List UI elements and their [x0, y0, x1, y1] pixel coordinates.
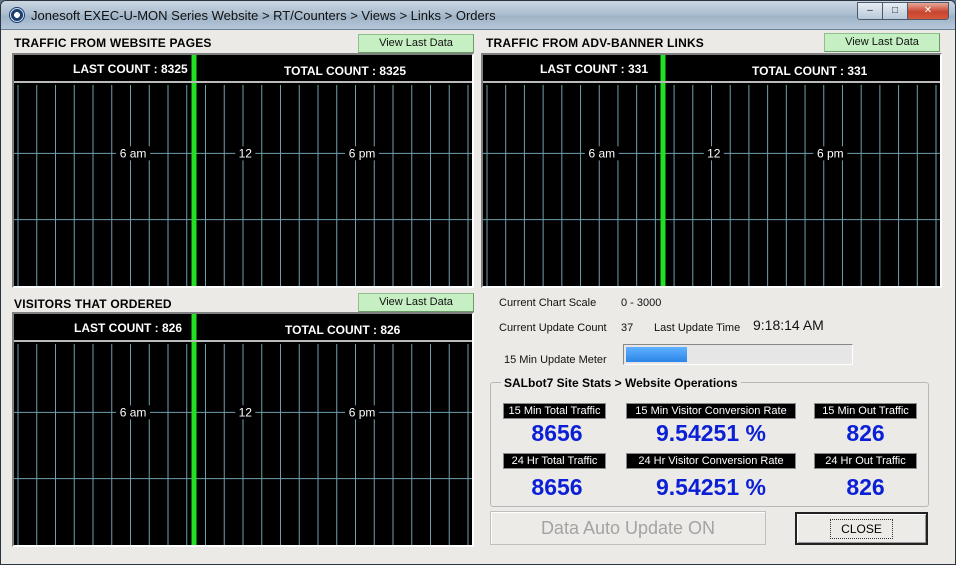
axis-time-label: 6 pm	[817, 146, 844, 160]
axis-time-label: 6 pm	[349, 146, 376, 160]
visitors-ordered-chart: 6 am 12 6 pm LAST COUNT : 826 TOTAL COUNT …	[12, 312, 474, 547]
stat-label-24hr-conversion-rate: 24 Hr Visitor Conversion Rate	[626, 453, 796, 469]
last-update-time: 9:18:14 AM	[753, 317, 824, 333]
axis-time-label: 6 am	[588, 146, 615, 160]
minimize-button[interactable]: ‒	[857, 2, 883, 20]
stat-value-15min-out-traffic: 826	[846, 420, 885, 446]
stat-value-15min-total-traffic: 8656	[531, 420, 583, 446]
eye-icon	[9, 7, 25, 23]
stat-label-15min-total-traffic: 15 Min Total Traffic	[503, 403, 606, 419]
axis-time-label: 6 am	[120, 405, 147, 419]
window-close-button[interactable]: ✕	[907, 2, 949, 20]
total-count: TOTAL COUNT : 826	[285, 323, 401, 337]
stat-label-24hr-total-traffic: 24 Hr Total Traffic	[503, 453, 606, 469]
window-title: Jonesoft EXEC-U-MON Series Website > RT/…	[31, 8, 496, 23]
site-stats-title: SALbot7 Site Stats > Website Operations	[501, 376, 741, 390]
stat-value-24hr-conversion-rate: 9.54251 %	[656, 474, 766, 500]
maximize-button[interactable]: □	[882, 2, 908, 20]
axis-time-label: 6 pm	[349, 405, 376, 419]
axis-time-label: 12	[239, 146, 253, 160]
last-count: LAST COUNT : 331	[540, 62, 649, 76]
view-last-data-button-adv-banner-links[interactable]: View Last Data	[824, 33, 940, 52]
update-meter	[623, 344, 853, 365]
stat-label-15min-out-traffic: 15 Min Out Traffic	[814, 403, 917, 419]
panel-title-visitors-ordered: VISITORS THAT ORDERED	[14, 297, 172, 311]
axis-time-label: 12	[707, 146, 721, 160]
panel-title-website-pages: TRAFFIC FROM WEBSITE PAGES	[14, 36, 212, 50]
traffic-chart-website-pages: 6 am 12 6 pm LAST COUNT : 8325 TOTAL COUNT…	[12, 53, 474, 288]
traffic-chart-adv-banner-links: 6 am 12 6 pm LAST COUNT : 331 TOTAL COUNT …	[481, 53, 942, 288]
last-update-label: Last Update Time	[654, 322, 741, 334]
last-count: LAST COUNT : 826	[74, 321, 183, 335]
total-count: TOTAL COUNT : 331	[752, 64, 868, 78]
panel-title-adv-banner-links: TRAFFIC FROM ADV-BANNER LINKS	[486, 36, 705, 50]
update-meter-fill	[626, 347, 687, 362]
chart-grid: 6 am 12 6 pm	[14, 314, 472, 545]
last-count: LAST COUNT : 8325	[73, 62, 188, 76]
view-last-data-button-visitors-ordered[interactable]: View Last Data	[358, 293, 474, 312]
view-last-data-button-website-pages[interactable]: View Last Data	[358, 34, 474, 53]
chart-grid: 6 am 12 6 pm	[483, 55, 940, 286]
axis-time-label: 12	[239, 405, 253, 419]
chart-header: LAST COUNT : 826 TOTAL COUNT : 826	[14, 314, 472, 342]
chart-header: LAST COUNT : 8325 TOTAL COUNT : 8325	[14, 55, 472, 83]
chart-grid: 6 am 12 6 pm	[14, 55, 472, 286]
stat-label-24hr-out-traffic: 24 Hr Out Traffic	[814, 453, 917, 469]
chart-header: LAST COUNT : 331 TOTAL COUNT : 331	[483, 55, 940, 83]
chart-scale-label: Current Chart Scale	[499, 297, 597, 309]
stat-value-24hr-total-traffic: 8656	[531, 474, 583, 500]
stat-value-15min-conversion-rate: 9.54251 %	[656, 420, 766, 446]
stat-value-24hr-out-traffic: 826	[846, 474, 885, 500]
app-window: Jonesoft EXEC-U-MON Series Website > RT/…	[0, 0, 956, 565]
update-meter-label: 15 Min Update Meter	[504, 354, 607, 366]
stat-label-15min-conversion-rate: 15 Min Visitor Conversion Rate	[626, 403, 796, 419]
axis-time-label: 6 am	[120, 146, 147, 160]
update-count-value: 37	[621, 322, 634, 334]
close-button-label: CLOSE	[830, 519, 893, 539]
title-bar[interactable]: Jonesoft EXEC-U-MON Series Website > RT/…	[1, 1, 955, 30]
chart-scale-value: 0 - 3000	[621, 297, 662, 309]
close-button[interactable]: CLOSE	[795, 512, 928, 545]
auto-update-button[interactable]: Data Auto Update ON	[490, 511, 766, 545]
update-count-label: Current Update Count	[499, 322, 607, 334]
total-count: TOTAL COUNT : 8325	[284, 64, 407, 78]
